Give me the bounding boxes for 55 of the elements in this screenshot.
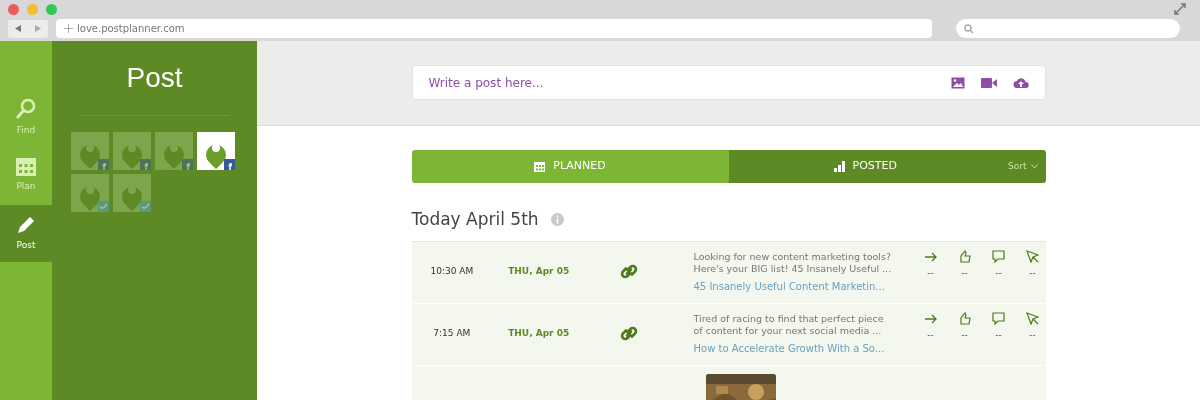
nav-item[interactable]: Post (0, 205, 52, 262)
fullscreen-icon[interactable] (1174, 3, 1186, 15)
comment-icon[interactable] (992, 249, 1005, 263)
close-dot[interactable] (8, 4, 19, 15)
panel-title: Post (126, 61, 183, 95)
cursor-icon[interactable] (1026, 249, 1039, 263)
stat-count: -- (927, 328, 934, 342)
facebook-badge-icon (139, 159, 151, 170)
minimize-dot[interactable] (27, 4, 38, 15)
stat-count: -- (927, 266, 934, 280)
stat-count: -- (995, 328, 1002, 342)
browser-search-field[interactable] (956, 19, 1180, 38)
nav-item[interactable]: Plan (0, 146, 52, 203)
sort-button[interactable]: Sort (1002, 150, 1046, 183)
day-heading: Today April 5th (411, 208, 539, 231)
plus-icon (64, 24, 73, 33)
stat-count: -- (995, 266, 1002, 280)
account-avatar[interactable] (196, 132, 235, 170)
search-icon (15, 97, 37, 120)
address-bar[interactable]: love.postplanner.com (56, 19, 932, 38)
chevron-down-icon (1030, 164, 1038, 169)
post-link[interactable]: 45 Insanely Useful Content Marketin... (693, 278, 894, 294)
maximize-dot[interactable] (46, 4, 57, 15)
post-text: Tired of racing to find that perfect piece of content for your next social media ... (693, 312, 885, 337)
nav-item[interactable]: Find (0, 89, 52, 146)
calendar-icon (534, 161, 546, 172)
post-date: THU, Apr 05 (507, 327, 571, 341)
search-icon (964, 23, 974, 34)
thumbs-up-icon[interactable] (958, 249, 971, 263)
post-time: 7:15 AM (432, 327, 472, 341)
stat-count: -- (1029, 328, 1036, 342)
cursor-icon[interactable] (1026, 311, 1039, 325)
comment-icon[interactable] (992, 311, 1005, 325)
post-time: 10:30 AM (429, 265, 475, 279)
stat-count: -- (961, 266, 968, 280)
cloud-upload-icon[interactable] (1012, 76, 1029, 89)
post-link[interactable]: How to Accelerate Growth With a So... (693, 340, 894, 356)
post-text: Looking for new content marketing tools? Here's your BIG list! 45 Insanely Useful ... (693, 250, 893, 275)
url-text: love.postplanner.com (77, 22, 185, 36)
facebook-badge-icon (97, 159, 109, 170)
image-icon[interactable] (950, 76, 965, 89)
facebook-badge-icon (181, 159, 193, 170)
bar-chart-icon (833, 161, 845, 172)
view-tab[interactable]: PLANNED (411, 150, 729, 183)
back-forward-buttons[interactable] (8, 19, 48, 38)
stat-count: -- (1029, 266, 1036, 280)
stat-count: -- (961, 328, 968, 342)
post-composer-field[interactable]: Write a post here... (411, 65, 1046, 100)
pencil-icon (16, 214, 36, 235)
calendar-icon (16, 155, 36, 176)
thumbs-up-icon[interactable] (958, 311, 971, 325)
post-date: THU, Apr 05 (507, 265, 571, 279)
video-camera-icon[interactable] (980, 77, 997, 88)
facebook-badge-icon (223, 159, 235, 170)
placeholder-text: Write a post here... (428, 74, 545, 92)
